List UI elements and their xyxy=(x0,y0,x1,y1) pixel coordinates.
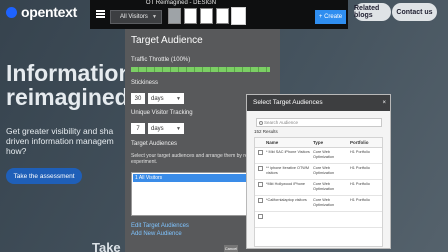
table-row[interactable]: * Mkt SAC iPhone Visitors Core Web Optim… xyxy=(255,148,382,164)
table-header: Name Type Portfolio xyxy=(255,138,382,148)
row-name: ** iphone Iterative OTWM visitors xyxy=(266,166,310,175)
toolbar-title: OT Reimagined - DESIGN xyxy=(145,0,217,6)
headline-line-1: Information xyxy=(6,60,133,86)
table-row[interactable]: *Californialaptop visitors Core Web Opti… xyxy=(255,196,382,212)
audience-table: Name Type Portfolio * Mkt SAC iPhone Vis… xyxy=(254,137,383,247)
row-checkbox[interactable] xyxy=(258,166,263,171)
site-logo[interactable]: opentext xyxy=(6,4,77,20)
row-name: *Californialaptop visitors xyxy=(266,198,307,202)
search-icon xyxy=(259,121,263,125)
row-checkbox[interactable] xyxy=(258,198,263,203)
row-name: * Mkt SAC iPhone Visitors xyxy=(266,150,310,154)
traffic-throttle-label: Traffic Throttle (100%) xyxy=(131,57,191,63)
select-target-audiences-modal: Select Target Audiences × Search Audienc… xyxy=(246,94,391,249)
create-button[interactable]: + Create xyxy=(315,10,346,24)
row-portfolio: H1 Portfolio xyxy=(350,166,370,170)
close-icon[interactable]: × xyxy=(382,95,386,111)
row-type: Core Web Optimization xyxy=(313,182,335,191)
row-portfolio: H1 Portfolio xyxy=(350,198,370,202)
search-audience-input[interactable]: Search Audience xyxy=(256,118,382,127)
variant-thumbnail-4[interactable] xyxy=(216,8,229,24)
related-blogs-button[interactable]: Related blogs xyxy=(354,3,391,21)
cancel-button[interactable]: Cancel xyxy=(224,245,238,252)
column-type[interactable]: Type xyxy=(313,138,350,148)
add-new-audience-link[interactable]: Add New Audience xyxy=(131,231,182,237)
row-portfolio: H1 Portfolio xyxy=(350,182,370,186)
table-row[interactable]: ** iphone Iterative OTWM visitors Core W… xyxy=(255,164,382,180)
row-name: *Mkt Hollywood iPhone xyxy=(266,182,306,186)
traffic-throttle-slider[interactable] xyxy=(131,67,270,72)
unique-tracking-input[interactable]: 7 xyxy=(131,123,145,134)
row-type: Core Web Optimization xyxy=(313,150,335,159)
visitors-select[interactable]: All Visitors ▼ xyxy=(110,10,162,24)
row-checkbox[interactable] xyxy=(258,182,263,187)
row-portfolio: H1 Portfolio xyxy=(350,150,370,154)
results-count: 152 Results xyxy=(254,129,278,134)
table-row[interactable]: *Mkt Hollywood iPhone Core Web Optimizat… xyxy=(255,180,382,196)
stickiness-label: Stickiness xyxy=(131,80,159,86)
edit-target-audiences-link[interactable]: Edit Target Audiences xyxy=(131,223,189,229)
chevron-down-icon: ▼ xyxy=(152,14,157,20)
variant-thumbnail-1[interactable] xyxy=(168,8,181,24)
variant-thumbnail-3[interactable] xyxy=(200,8,213,24)
table-row[interactable] xyxy=(255,212,382,228)
stickiness-unit-value: days xyxy=(151,95,164,102)
unique-tracking-unit-select[interactable]: days ▼ xyxy=(148,123,184,134)
panel-title: Target Audience xyxy=(131,35,203,46)
row-type: Core Web Optimization xyxy=(313,166,335,175)
row-type: Core Web Optimization xyxy=(313,198,335,207)
opentext-logo-icon xyxy=(6,6,17,18)
row-checkbox[interactable] xyxy=(258,214,263,219)
stickiness-input[interactable]: 30 xyxy=(131,93,145,104)
search-placeholder: Search Audience xyxy=(264,120,299,125)
hero-headline: Information reimagined xyxy=(6,61,133,109)
column-name[interactable]: Name xyxy=(266,138,313,148)
hero-subline: Get greater visibility and sha driven in… xyxy=(6,126,114,156)
row-checkbox[interactable] xyxy=(258,150,263,155)
section-heading: Take xyxy=(92,240,121,252)
modal-header: Select Target Audiences × xyxy=(247,95,390,111)
chevron-down-icon: ▼ xyxy=(176,126,181,132)
stickiness-unit-select[interactable]: days ▼ xyxy=(148,93,184,104)
variant-thumbnail-5[interactable] xyxy=(231,7,246,25)
contact-us-button[interactable]: Contact us xyxy=(392,3,437,21)
headline-line-2: reimagined xyxy=(6,84,129,110)
target-audiences-label: Target Audiences xyxy=(131,141,178,147)
modal-title: Select Target Audiences xyxy=(253,99,323,106)
take-assessment-button[interactable]: Take the assessment xyxy=(6,168,82,184)
variant-thumbnail-2[interactable] xyxy=(184,8,197,24)
hamburger-menu-icon[interactable] xyxy=(96,10,105,18)
chevron-down-icon: ▼ xyxy=(176,96,181,102)
visitors-select-value: All Visitors xyxy=(120,14,148,20)
unique-tracking-label: Unique Visitor Tracking xyxy=(131,110,193,116)
logo-text: opentext xyxy=(21,4,77,20)
unique-tracking-unit-value: days xyxy=(151,125,164,132)
column-portfolio[interactable]: Portfolio xyxy=(350,138,382,148)
